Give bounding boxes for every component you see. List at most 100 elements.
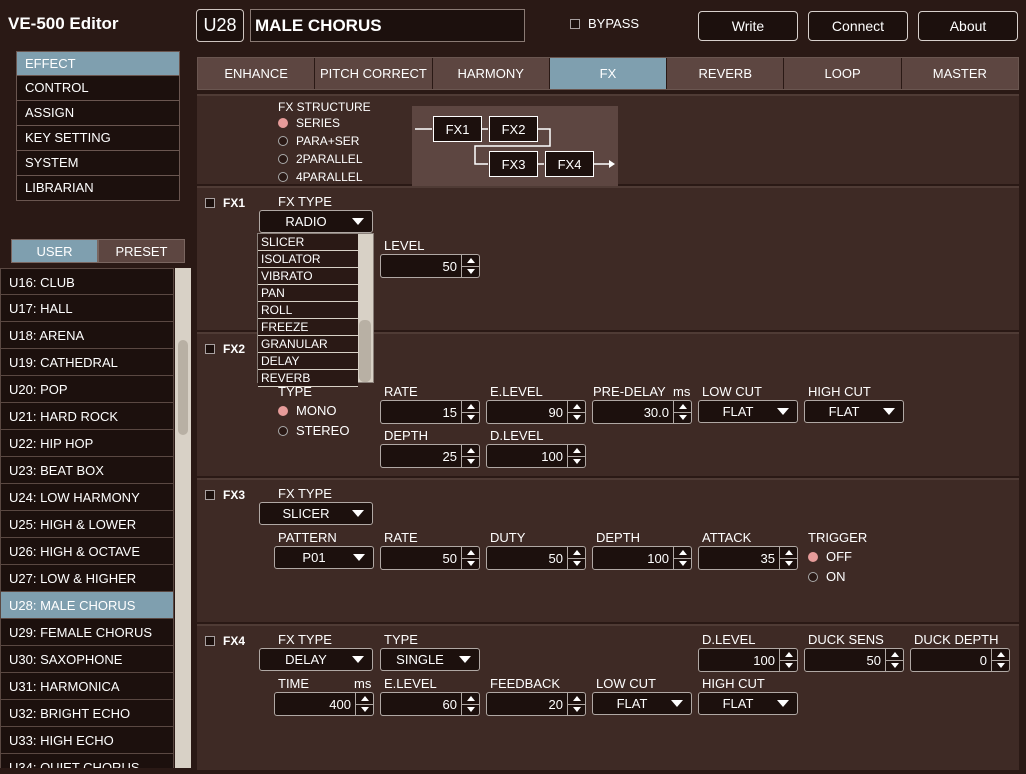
- tab-preset[interactable]: PRESET: [98, 239, 185, 263]
- bypass-toggle[interactable]: BYPASS: [570, 16, 639, 31]
- patch-list-item[interactable]: U34: QUIET CHORUS: [0, 754, 174, 768]
- fx4-dlevel-stepper[interactable]: 100: [698, 648, 798, 672]
- spin-up-icon[interactable]: [780, 547, 797, 559]
- patch-name-field[interactable]: MALE CHORUS: [250, 9, 525, 42]
- fx4-highcut-dropdown[interactable]: FLAT: [698, 692, 798, 715]
- spin-down-icon[interactable]: [992, 661, 1009, 672]
- structure-option-2parallel[interactable]: 2PARALLEL: [278, 152, 363, 166]
- fx3-duty-stepper[interactable]: 50: [486, 546, 586, 570]
- fx4-feedback-stepper[interactable]: 20: [486, 692, 586, 716]
- spin-down-icon[interactable]: [568, 559, 585, 570]
- fx2-enable-checkbox[interactable]: [205, 344, 215, 354]
- stepper-buttons[interactable]: [886, 648, 904, 672]
- spin-down-icon[interactable]: [462, 705, 479, 716]
- patch-list-scroll-thumb[interactable]: [178, 340, 188, 435]
- stepper-value[interactable]: 50: [380, 254, 462, 278]
- dropdown-option[interactable]: ROLL: [258, 302, 358, 319]
- spin-up-icon[interactable]: [462, 547, 479, 559]
- fx3-trigger-option-off[interactable]: OFF: [808, 549, 852, 564]
- patch-list-item[interactable]: U26: HIGH & OCTAVE: [0, 538, 174, 565]
- fx2-type-option-mono[interactable]: MONO: [278, 403, 336, 418]
- tab-enhance[interactable]: ENHANCE: [198, 58, 316, 89]
- spin-down-icon[interactable]: [462, 267, 479, 278]
- connect-button[interactable]: Connect: [808, 11, 908, 41]
- stepper-buttons[interactable]: [356, 692, 374, 716]
- patch-list-item[interactable]: U17: HALL: [0, 295, 174, 322]
- spin-up-icon[interactable]: [674, 401, 691, 413]
- stepper-value[interactable]: 100: [592, 546, 674, 570]
- menu-item-control[interactable]: CONTROL: [16, 76, 180, 101]
- fx2-elevel-stepper[interactable]: 90: [486, 400, 586, 424]
- spin-down-icon[interactable]: [886, 661, 903, 672]
- stepper-buttons[interactable]: [462, 400, 480, 424]
- stepper-value[interactable]: 25: [380, 444, 462, 468]
- tab-master[interactable]: MASTER: [901, 58, 1018, 89]
- tab-user[interactable]: USER: [11, 239, 98, 263]
- stepper-value[interactable]: 20: [486, 692, 568, 716]
- patch-list-item[interactable]: U27: LOW & HIGHER: [0, 565, 174, 592]
- stepper-value[interactable]: 400: [274, 692, 356, 716]
- fx4-ducksens-stepper[interactable]: 50: [804, 648, 904, 672]
- fx1-type-dropdown[interactable]: RADIO: [259, 210, 373, 233]
- spin-down-icon[interactable]: [568, 457, 585, 468]
- fx2-predelay-stepper[interactable]: 30.0: [592, 400, 692, 424]
- fx3-type-dropdown[interactable]: SLICER: [259, 502, 373, 525]
- fx2-depth-stepper[interactable]: 25: [380, 444, 480, 468]
- spin-up-icon[interactable]: [674, 547, 691, 559]
- fx4-type-dropdown[interactable]: DELAY: [259, 648, 373, 671]
- dropdown-option[interactable]: GRANULAR: [258, 336, 358, 353]
- patch-list-item[interactable]: U21: HARD ROCK: [0, 403, 174, 430]
- radio-dot[interactable]: [278, 172, 288, 182]
- spin-up-icon[interactable]: [568, 693, 585, 705]
- fx4-elevel-stepper[interactable]: 60: [380, 692, 480, 716]
- spin-down-icon[interactable]: [674, 559, 691, 570]
- spin-up-icon[interactable]: [462, 693, 479, 705]
- spin-up-icon[interactable]: [356, 693, 373, 705]
- dropdown-option[interactable]: FREEZE: [258, 319, 358, 336]
- radio-dot[interactable]: [278, 425, 288, 436]
- structure-option-series[interactable]: SERIES: [278, 116, 340, 130]
- menu-item-librarian[interactable]: LIBRARIAN: [16, 176, 180, 201]
- fx2-highcut-dropdown[interactable]: FLAT: [804, 400, 904, 423]
- dropdown-option[interactable]: VIBRATO: [258, 268, 358, 285]
- stepper-buttons[interactable]: [462, 254, 480, 278]
- stepper-value[interactable]: 50: [804, 648, 886, 672]
- menu-item-key-setting[interactable]: KEY SETTING: [16, 126, 180, 151]
- dropdown-option[interactable]: SLICER: [258, 234, 358, 251]
- spin-down-icon[interactable]: [568, 705, 585, 716]
- stepper-buttons[interactable]: [568, 692, 586, 716]
- bypass-checkbox[interactable]: [570, 18, 580, 29]
- spin-up-icon[interactable]: [462, 401, 479, 413]
- stepper-buttons[interactable]: [992, 648, 1010, 672]
- fx3-enable-checkbox[interactable]: [205, 490, 215, 500]
- spin-up-icon[interactable]: [568, 547, 585, 559]
- fx2-lowcut-dropdown[interactable]: FLAT: [698, 400, 798, 423]
- spin-down-icon[interactable]: [462, 559, 479, 570]
- fx3-pattern-dropdown[interactable]: P01: [274, 546, 374, 569]
- spin-down-icon[interactable]: [780, 559, 797, 570]
- patch-list-scrollbar[interactable]: [175, 268, 191, 768]
- menu-item-effect[interactable]: EFFECT: [16, 51, 180, 76]
- stepper-buttons[interactable]: [674, 546, 692, 570]
- radio-dot[interactable]: [808, 551, 818, 562]
- dropdown-option[interactable]: DELAY: [258, 353, 358, 370]
- stepper-buttons[interactable]: [462, 444, 480, 468]
- tab-loop[interactable]: LOOP: [784, 58, 902, 89]
- spin-up-icon[interactable]: [462, 445, 479, 457]
- radio-dot[interactable]: [278, 118, 288, 128]
- fx3-depth-stepper[interactable]: 100: [592, 546, 692, 570]
- tab-pitch-correct[interactable]: PITCH CORRECT: [315, 58, 433, 89]
- structure-option-4parallel[interactable]: 4PARALLEL: [278, 170, 363, 184]
- fx3-trigger-option-on[interactable]: ON: [808, 569, 846, 584]
- fx2-dlevel-stepper[interactable]: 100: [486, 444, 586, 468]
- stepper-value[interactable]: 50: [380, 546, 462, 570]
- stepper-buttons[interactable]: [568, 546, 586, 570]
- spin-down-icon[interactable]: [568, 413, 585, 424]
- spin-up-icon[interactable]: [886, 649, 903, 661]
- fx4-time-stepper[interactable]: 400: [274, 692, 374, 716]
- stepper-value[interactable]: 60: [380, 692, 462, 716]
- spin-up-icon[interactable]: [568, 445, 585, 457]
- dropdown-scroll-thumb[interactable]: [359, 320, 371, 382]
- patch-list-item[interactable]: U31: HARMONICA: [0, 673, 174, 700]
- patch-list-item[interactable]: U33: HIGH ECHO: [0, 727, 174, 754]
